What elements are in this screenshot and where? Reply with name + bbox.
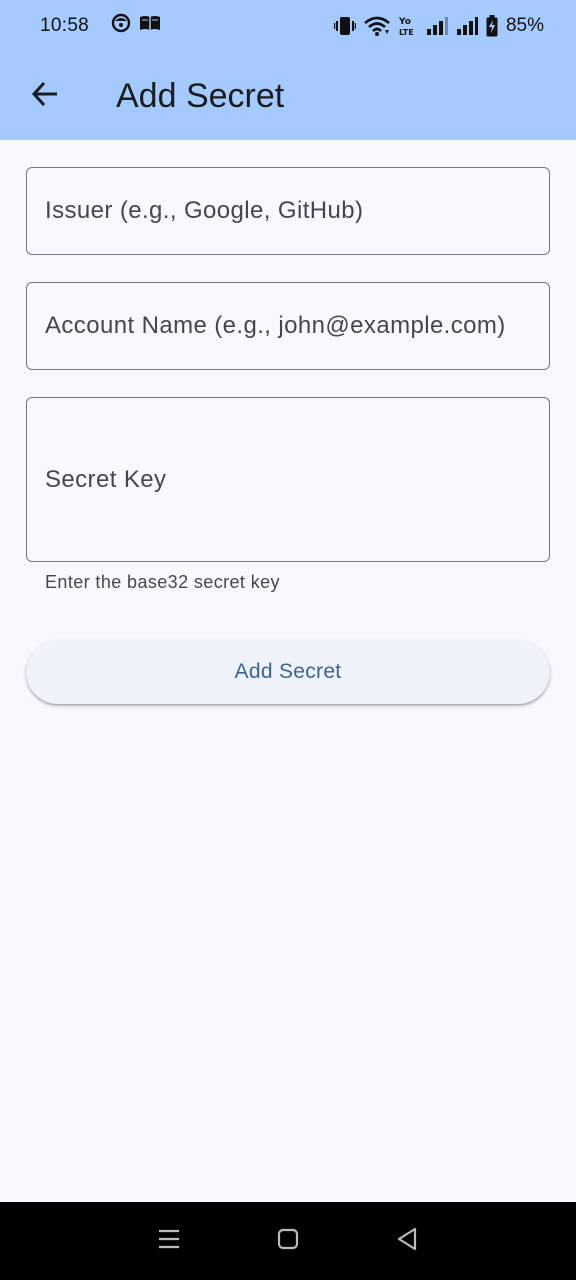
- home-icon: [277, 1228, 299, 1255]
- arrow-back-icon: [30, 79, 60, 114]
- status-bar: 10:58 Yo LTE 85%: [0, 0, 576, 52]
- account-name-input[interactable]: Account Name (e.g., john@example.com): [26, 282, 550, 370]
- issuer-input[interactable]: Issuer (e.g., Google, GitHub): [26, 167, 550, 255]
- signal-icon: [456, 16, 478, 36]
- battery-charging-icon: [486, 15, 498, 37]
- form-content: Issuer (e.g., Google, GitHub) Account Na…: [0, 140, 576, 1202]
- add-secret-button-label: Add Secret: [234, 660, 342, 683]
- secret-key-helper-text: Enter the base32 secret key: [45, 572, 280, 592]
- issuer-placeholder: Issuer (e.g., Google, GitHub): [45, 197, 364, 224]
- back-triangle-icon: [396, 1227, 418, 1256]
- svg-text:Yo: Yo: [398, 17, 411, 27]
- battery-percent: 85%: [505, 15, 544, 36]
- status-time: 10:58: [40, 15, 90, 36]
- system-back-button[interactable]: [383, 1217, 431, 1265]
- app-bar: Add Secret: [0, 52, 576, 140]
- add-secret-button[interactable]: Add Secret: [26, 640, 550, 704]
- vibrate-icon: [333, 15, 356, 37]
- secret-key-input[interactable]: Secret Key: [26, 397, 550, 562]
- wifi-icon: [364, 16, 390, 36]
- system-nav-bar: [0, 1202, 576, 1280]
- svg-text:LTE: LTE: [399, 28, 414, 37]
- menu-icon: [157, 1228, 181, 1255]
- back-button[interactable]: [17, 68, 73, 124]
- book-icon: [139, 14, 161, 38]
- home-button[interactable]: [264, 1217, 312, 1265]
- page-title: Add Secret: [116, 76, 285, 115]
- account-name-placeholder: Account Name (e.g., john@example.com): [45, 312, 506, 339]
- signal-icon: [426, 16, 448, 36]
- secret-key-placeholder: Secret Key: [45, 465, 167, 493]
- recents-button[interactable]: [145, 1217, 193, 1265]
- volte-icon: Yo LTE: [398, 15, 418, 37]
- face-icon: [111, 13, 131, 39]
